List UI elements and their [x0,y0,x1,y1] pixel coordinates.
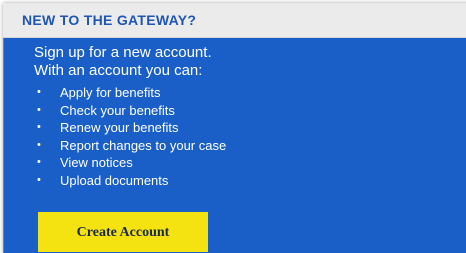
list-item-label: Renew your benefits [60,120,179,136]
benefits-list: • Apply for benefits • Check your benefits… [34,84,226,190]
bullet-icon: • [37,173,41,186]
panel-header: NEW TO THE GATEWAY? [3,3,466,38]
panel-title: NEW TO THE GATEWAY? [22,12,197,28]
bullet-icon: • [37,156,41,169]
intro-line-account: With an account you can: [34,62,203,79]
bullet-icon: • [37,138,41,151]
list-item-label: Upload documents [60,172,169,188]
list-item-label: Check your benefits [60,102,175,118]
list-item: • Upload documents [34,172,226,190]
bullet-icon: • [37,103,41,116]
create-account-button[interactable]: Create Account [38,212,208,252]
list-item: • Apply for benefits [34,84,226,102]
new-to-gateway-panel: NEW TO THE GATEWAY? Sign up for a new ac… [3,3,466,253]
list-item-label: Apply for benefits [60,85,161,100]
list-item: • View notices [34,154,226,172]
list-item: • Check your benefits [34,102,226,120]
bullet-icon: • [37,86,41,98]
panel-body: Sign up for a new account. With an accou… [3,38,466,253]
list-item: • Renew your benefits [34,119,226,137]
intro-text: Sign up for a new account. With an accou… [34,44,212,80]
intro-line-signup: Sign up for a new account. [34,44,212,61]
list-item-label: View notices [60,155,133,171]
bullet-icon: • [37,121,41,134]
list-item-label: Report changes to your case [60,137,227,153]
list-item: • Report changes to your case [34,137,226,155]
